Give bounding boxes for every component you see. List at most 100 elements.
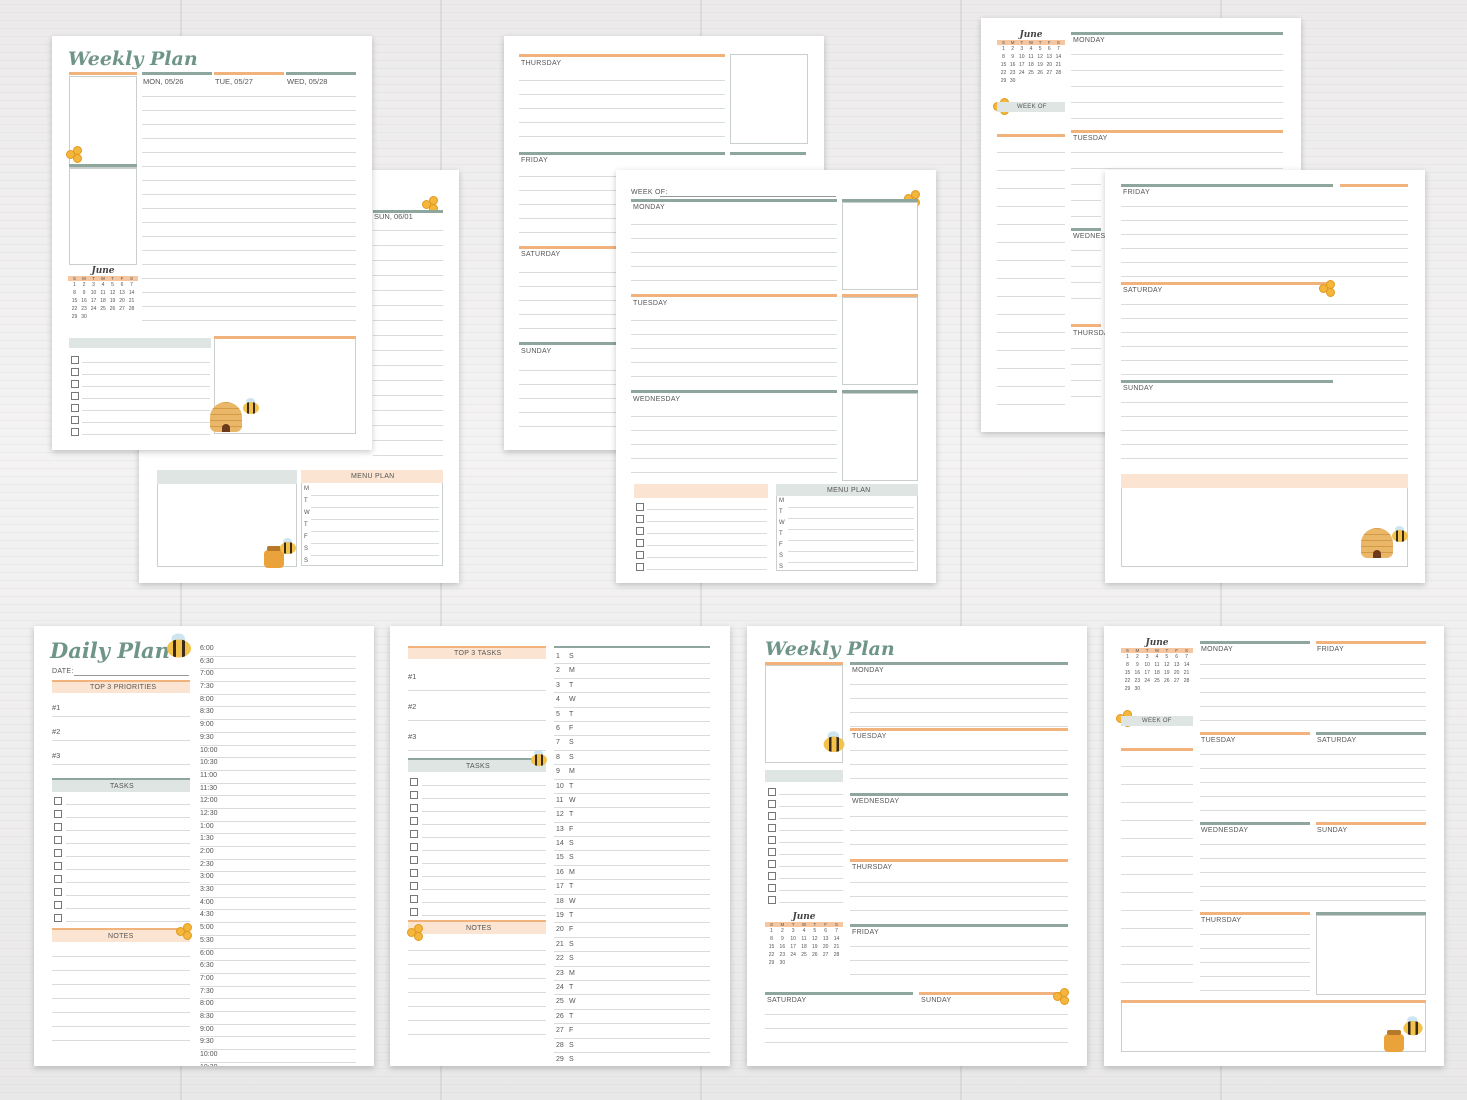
weekday-letter: M <box>569 667 575 675</box>
day-label-sunday: SUNDAY <box>921 997 952 1004</box>
day-label-wednesday: WEDNESDAY <box>852 798 900 805</box>
weekly-plan-grid-page: June SMTWTFS 1234567 8 9 10 11 12 13 14 15 16 17… <box>1104 626 1444 1066</box>
time-label: 10:30 <box>200 1064 218 1066</box>
day-label-thursday: THURSDAY <box>1201 917 1242 924</box>
notes-label: NOTES <box>466 925 492 932</box>
month-day-row: 3T <box>554 679 710 694</box>
honeycomb-icon <box>407 924 425 941</box>
honeycomb-icon <box>176 923 194 940</box>
month-day-row: 24 T <box>554 981 710 996</box>
day-label-sunday: SUNDAY <box>1317 827 1348 834</box>
day-number: 4 <box>556 696 560 704</box>
notes-label: NOTES <box>108 933 134 940</box>
day-label-tue: TUE, 05/27 <box>215 77 253 86</box>
weekday-letter: S <box>569 955 574 963</box>
bee-icon <box>1389 526 1411 544</box>
month-day-row: 22 S <box>554 952 710 967</box>
day-label-mon: MON, 05/26 <box>143 77 184 86</box>
day-number: 29 <box>556 1055 564 1063</box>
day-label-monday: MONDAY <box>633 204 666 211</box>
time-slot: 4:30 <box>200 910 356 924</box>
time-label: 1:00 <box>200 822 214 830</box>
time-slot: 7:30 <box>200 682 356 695</box>
day-label-saturday: SATURDAY <box>767 997 807 1004</box>
time-slot: 8:00 <box>200 999 356 1012</box>
bee-icon <box>163 633 196 661</box>
time-slot: 1:00 <box>200 822 356 835</box>
day-label-saturday: SATURDAY <box>1123 287 1163 294</box>
day-label-saturday: SATURDAY <box>1317 737 1357 744</box>
day-number: 1 <box>556 653 560 660</box>
day-label-friday: FRIDAY <box>852 929 879 936</box>
month-day-row: 14 S <box>554 837 710 852</box>
time-label: 7:30 <box>200 987 214 995</box>
time-label: 4:00 <box>200 898 214 906</box>
priorities-label: TOP 3 PRIORITIES <box>90 684 157 691</box>
mini-calendar: June SMTWTFS 1234567 8 9 10 11 12 13 14 15 16 17… <box>1121 638 1193 693</box>
page-title: Weekly Plan <box>68 48 198 70</box>
time-slot: 2:30 <box>200 860 356 873</box>
day-label-wednesday: WEDNESDAY <box>633 396 681 403</box>
weekday-letter: M <box>569 768 575 776</box>
day-label-sunday: SUNDAY <box>521 348 552 355</box>
page-title: Daily Plan <box>50 638 170 663</box>
time-slot: 7:30 <box>200 987 356 1000</box>
menu-plan-label: MENU PLAN <box>351 473 395 480</box>
month-day-row: 23 M <box>554 967 710 981</box>
weekday-letter: S <box>569 854 574 862</box>
time-label: 12:30 <box>200 809 218 817</box>
menu-plan-label: MENU PLAN <box>827 487 871 494</box>
time-label: 8:00 <box>200 1000 214 1008</box>
bee-icon <box>1400 1016 1426 1038</box>
mini-calendar: June SMTWTFS 1234567 8 9 10 11 12 13 14 15 16 17… <box>997 30 1065 85</box>
time-slot: 5:00 <box>200 923 356 936</box>
time-label: 9:30 <box>200 733 214 741</box>
time-slot: 12:00 <box>200 796 356 809</box>
time-label: 5:30 <box>200 936 214 944</box>
weekday-letter: S <box>569 653 574 660</box>
weekday-letter: F <box>569 724 574 732</box>
month-day-row: 29 S <box>554 1053 710 1066</box>
week-of-label: WEEK OF: <box>631 189 668 196</box>
time-label: 7:30 <box>200 683 214 691</box>
week-of-label: WEEK OF <box>1017 104 1047 110</box>
time-slot: 6:00 <box>200 949 356 962</box>
weekday-letter: T <box>569 681 574 689</box>
month-day-row: 10 T <box>554 780 710 794</box>
day-number: 21 <box>556 940 564 948</box>
day-label-tuesday: TUESDAY <box>852 733 887 740</box>
time-slot: 10:30 <box>200 1063 356 1066</box>
weekday-letter: T <box>569 912 574 920</box>
weekday-letter: T <box>569 883 574 891</box>
time-label: 10:30 <box>200 759 218 767</box>
day-number: 12 <box>556 811 564 819</box>
time-label: 8:30 <box>200 708 214 716</box>
time-label: 2:00 <box>200 848 214 855</box>
weekly-plan-bottom-page: Weekly Plan June SMTWTFS 1234567 8 9 10 11 1… <box>747 626 1087 1066</box>
weekly-plan-fri-sun-page: FRIDAY SATURDAY SUNDAY <box>1105 170 1425 583</box>
day-number: 2 <box>556 667 560 675</box>
month-day-row: 26 T <box>554 1010 710 1025</box>
month-day-row: 15 S <box>554 851 710 866</box>
day-number: 10 <box>556 782 564 790</box>
month-day-row: 5T <box>554 708 710 722</box>
day-label-friday: FRIDAY <box>1123 189 1150 196</box>
weekday-letter: F <box>569 1027 574 1035</box>
time-slot: 3:00 <box>200 872 356 886</box>
day-label-monday: MONDAY <box>1201 646 1234 653</box>
time-label: 11:30 <box>200 784 217 792</box>
day-number: 22 <box>556 955 564 963</box>
daily-plan-page: Daily Plan DATE: TOP 3 PRIORITIES #1 #2 … <box>34 626 374 1066</box>
day-label-friday: FRIDAY <box>521 157 548 164</box>
time-slot: 1:30 <box>200 834 356 847</box>
time-slot: 4:00 <box>200 898 356 911</box>
day-label-wednesday: WEDNESDAY <box>1201 827 1249 834</box>
weekday-letter: T <box>569 1012 574 1020</box>
day-label-sunday: SUNDAY <box>1123 385 1154 392</box>
month-day-row: 1S <box>554 650 710 665</box>
month-day-row: 18 W <box>554 895 710 910</box>
weekday-letter: S <box>569 753 574 761</box>
time-label: 3:00 <box>200 873 214 881</box>
day-number: 27 <box>556 1027 564 1035</box>
weekday-letter: F <box>569 825 574 833</box>
